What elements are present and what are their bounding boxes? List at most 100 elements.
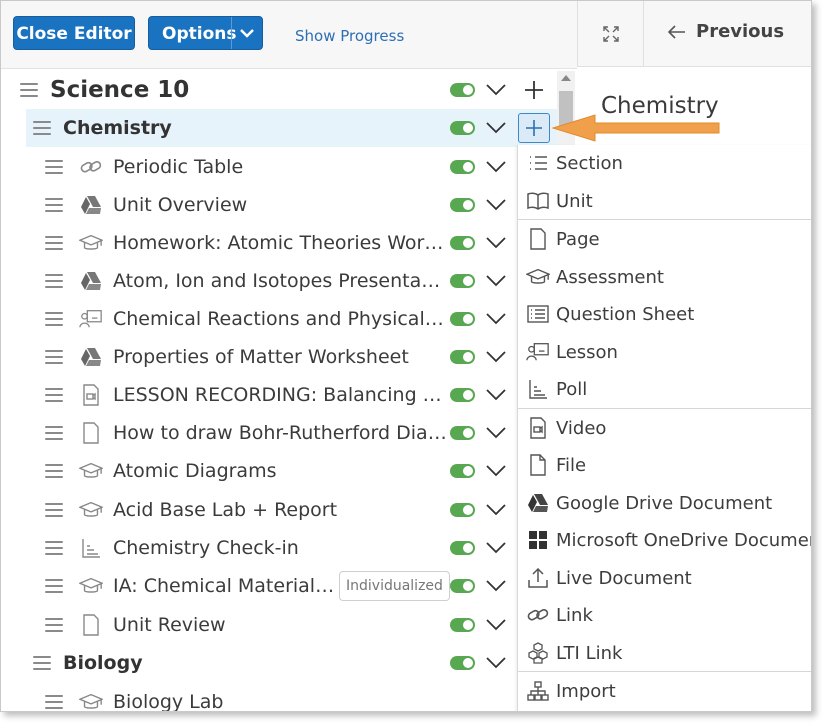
menu-item-lesson[interactable]: Lesson: [518, 334, 811, 370]
tree-item[interactable]: Homework: Atomic Theories Worksheet: [1, 224, 561, 262]
visibility-toggle[interactable]: [450, 579, 475, 593]
options-button[interactable]: Options: [148, 16, 263, 50]
menu-item-live-document[interactable]: Live Document: [518, 560, 811, 596]
drag-handle-icon[interactable]: [45, 618, 63, 632]
chevron-down-icon[interactable]: [485, 656, 507, 670]
chevron-down-icon[interactable]: [485, 236, 507, 250]
unit-row-chemistry[interactable]: Chemistry: [26, 109, 557, 147]
chevron-down-icon[interactable]: [485, 350, 507, 364]
unit-row-biology[interactable]: Biology: [1, 644, 561, 682]
drag-handle-icon[interactable]: [20, 83, 38, 97]
course-row[interactable]: Science 10: [1, 71, 561, 109]
tree-item[interactable]: Properties of Matter Worksheet: [1, 338, 561, 376]
menu-item-poll[interactable]: Poll: [518, 371, 811, 407]
chevron-down-icon[interactable]: [485, 121, 507, 135]
menu-item-section[interactable]: Section: [518, 145, 811, 181]
options-label: Options: [162, 24, 237, 44]
visibility-toggle[interactable]: [450, 83, 475, 97]
drag-handle-icon[interactable]: [45, 388, 63, 402]
tree-item[interactable]: Periodic Table: [1, 148, 561, 186]
drag-handle-icon[interactable]: [45, 312, 63, 326]
chevron-down-icon[interactable]: [485, 312, 507, 326]
close-editor-button[interactable]: Close Editor: [13, 16, 135, 50]
menu-item-assessment[interactable]: Assessment: [518, 259, 811, 295]
visibility-toggle[interactable]: [450, 464, 475, 478]
visibility-toggle[interactable]: [450, 312, 475, 326]
drag-handle-icon[interactable]: [33, 121, 51, 135]
drag-handle-icon[interactable]: [45, 198, 63, 212]
expand-icon[interactable]: [578, 1, 644, 67]
course-tree: Science 10 Chemistry Periodic Table Unit…: [1, 71, 577, 711]
tree-item[interactable]: IA: Chemical Materials Project Individua…: [1, 567, 561, 605]
item-label: Chemical Reactions and Physical Changes: [113, 308, 447, 330]
drag-handle-icon[interactable]: [45, 274, 63, 288]
visibility-toggle[interactable]: [450, 160, 475, 174]
menu-item-link[interactable]: Link: [518, 597, 811, 633]
chevron-down-icon[interactable]: [231, 17, 262, 49]
visibility-toggle[interactable]: [450, 121, 475, 135]
tree-item[interactable]: Unit Overview: [1, 186, 561, 224]
tree-item[interactable]: Biology Lab: [1, 683, 561, 711]
chevron-down-icon[interactable]: [485, 83, 507, 97]
menu-item-file[interactable]: File: [518, 447, 811, 483]
menu-item-onedrive[interactable]: Microsoft OneDrive Document: [518, 522, 811, 558]
chevron-down-icon[interactable]: [485, 426, 507, 440]
tree-item[interactable]: Acid Base Lab + Report: [1, 491, 561, 529]
drag-handle-icon[interactable]: [45, 579, 63, 593]
individualized-badge: Individualized: [339, 571, 450, 601]
menu-item-google-drive[interactable]: Google Drive Document: [518, 485, 811, 521]
visibility-toggle[interactable]: [450, 503, 475, 517]
drag-handle-icon[interactable]: [45, 695, 63, 709]
item-label: Properties of Matter Worksheet: [113, 346, 409, 368]
menu-item-page[interactable]: Page: [518, 221, 811, 257]
visibility-toggle[interactable]: [450, 274, 475, 288]
menu-divider: [518, 671, 811, 672]
chevron-down-icon[interactable]: [485, 579, 507, 593]
menu-item-unit[interactable]: Unit: [518, 183, 811, 219]
drag-handle-icon[interactable]: [45, 464, 63, 478]
add-icon[interactable]: [523, 79, 545, 101]
visibility-toggle[interactable]: [450, 656, 475, 670]
drag-handle-icon[interactable]: [45, 426, 63, 440]
chevron-down-icon[interactable]: [485, 503, 507, 517]
visibility-toggle[interactable]: [450, 426, 475, 440]
drag-handle-icon[interactable]: [45, 236, 63, 250]
add-content-button[interactable]: [518, 113, 550, 143]
drag-handle-icon[interactable]: [33, 656, 51, 670]
drag-handle-icon[interactable]: [45, 503, 63, 517]
visibility-toggle[interactable]: [450, 350, 475, 364]
menu-item-lti-link[interactable]: LTI Link: [518, 635, 811, 671]
sitemap-icon: [526, 679, 550, 703]
item-label: Atomic Diagrams: [113, 460, 277, 482]
chevron-down-icon[interactable]: [485, 198, 507, 212]
drag-handle-icon[interactable]: [45, 541, 63, 555]
tree-item[interactable]: Chemistry Check-in: [1, 529, 561, 567]
visibility-toggle[interactable]: [450, 388, 475, 402]
tree-item[interactable]: How to draw Bohr-Rutherford Diagrams: [1, 414, 561, 452]
show-progress-link[interactable]: Show Progress: [295, 27, 404, 45]
drag-handle-icon[interactable]: [45, 350, 63, 364]
google-drive-icon: [79, 269, 103, 293]
visibility-toggle[interactable]: [450, 198, 475, 212]
chevron-down-icon[interactable]: [485, 388, 507, 402]
chevron-down-icon[interactable]: [485, 160, 507, 174]
chevron-down-icon[interactable]: [485, 274, 507, 288]
visibility-toggle[interactable]: [450, 236, 475, 250]
tree-item[interactable]: Atom, Ion and Isotopes Presentation: [1, 262, 561, 300]
menu-item-question-sheet[interactable]: Question Sheet: [518, 296, 811, 332]
tree-item[interactable]: Chemical Reactions and Physical Changes: [1, 300, 561, 338]
chevron-down-icon[interactable]: [485, 541, 507, 555]
drag-handle-icon[interactable]: [45, 160, 63, 174]
chevron-down-icon[interactable]: [485, 464, 507, 478]
menu-item-import[interactable]: Import: [518, 673, 811, 709]
tree-item[interactable]: LESSON RECORDING: Balancing Chemical Equ…: [1, 376, 561, 414]
tree-item[interactable]: Unit Review: [1, 606, 561, 644]
menu-item-video[interactable]: Video: [518, 410, 811, 446]
previous-button[interactable]: Previous: [668, 21, 784, 42]
tree-item[interactable]: Atomic Diagrams: [1, 452, 561, 490]
chevron-down-icon[interactable]: [485, 618, 507, 632]
add-content-menu: Section Unit Page Assessment Question Sh…: [517, 145, 811, 711]
visibility-toggle[interactable]: [450, 541, 475, 555]
scroll-up-icon[interactable]: [561, 75, 571, 81]
visibility-toggle[interactable]: [450, 618, 475, 632]
